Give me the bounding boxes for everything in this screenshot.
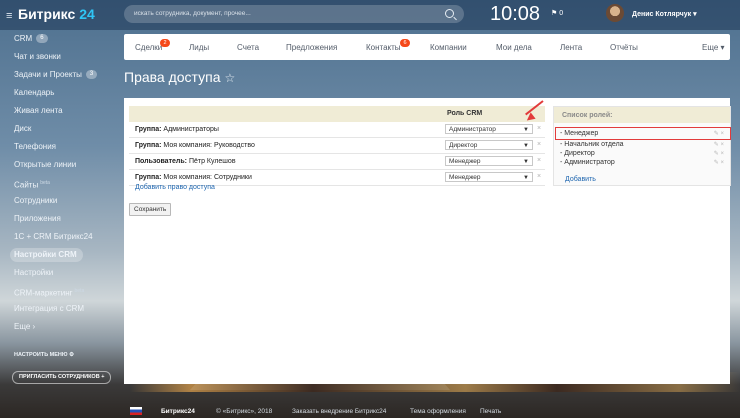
deals-badge: 2 — [160, 39, 170, 47]
footer-copyright: © «Битрикс», 2018 — [216, 408, 273, 415]
tab-reports[interactable]: Отчёты — [610, 43, 638, 52]
roles-list: Список ролей: - Менеджер ✎ × - Начальник… — [553, 106, 731, 186]
sidebar-item-calendar[interactable]: Календарь — [14, 86, 54, 100]
role-select[interactable]: Директор ▼ — [445, 140, 533, 150]
footer-print-link[interactable]: Печать — [480, 408, 501, 415]
tab-deals[interactable]: Сделки 2 — [135, 39, 170, 52]
add-role-link[interactable]: Добавить — [565, 176, 596, 183]
sidebar: CRM 6 Чат и звонки Задачи и Проекты 3 Кале… — [0, 30, 122, 400]
star-icon[interactable]: ☆ — [224, 71, 235, 85]
table-row: Группа: Администраторы Администратор ▼ × — [129, 122, 545, 138]
sidebar-item-tasks[interactable]: Задачи и Проекты 3 — [14, 68, 98, 82]
tab-my-activities[interactable]: Мои дела — [496, 43, 532, 52]
sidebar-item-telephony[interactable]: Телефония — [14, 140, 56, 154]
table-row: Группа: Моя компания: Руководство Директ… — [129, 138, 545, 154]
crm-badge: 6 — [36, 34, 48, 44]
search-input[interactable]: искать сотрудника, документ, прочее... — [134, 10, 251, 17]
configure-menu-button[interactable]: НАСТРОИТЬ МЕНЮ ⚙ — [14, 352, 74, 358]
tab-companies[interactable]: Компании — [430, 43, 467, 52]
role-item-director[interactable]: - Директор — [560, 150, 595, 157]
tab-feed[interactable]: Лента — [560, 43, 582, 52]
sidebar-item-1c[interactable]: 1С + CRM Битрикс24 — [14, 230, 93, 244]
sidebar-item-crm-settings[interactable]: Настройки CRM — [10, 248, 83, 262]
menu-icon[interactable]: ≡ — [6, 10, 12, 22]
sidebar-item-feed[interactable]: Живая лента — [14, 104, 63, 118]
tab-more[interactable]: Еще ▾ — [702, 43, 725, 52]
add-access-link[interactable]: Добавить право доступа — [135, 184, 215, 191]
role-item-admin[interactable]: - Администратор — [560, 159, 615, 166]
edit-delete-icons[interactable]: ✎ × — [714, 150, 724, 157]
sidebar-item-chat[interactable]: Чат и звонки — [14, 50, 61, 64]
edit-delete-icons[interactable]: ✎ × — [714, 159, 724, 166]
sidebar-item-crm-integration[interactable]: Интеграция с CRM — [14, 302, 84, 316]
notification-counter[interactable]: ⚑ 0 — [551, 9, 563, 17]
sidebar-item-apps[interactable]: Приложения — [14, 212, 61, 226]
access-rights-panel: Роль CRM Группа: Администраторы Админист… — [124, 98, 731, 384]
edit-delete-icons[interactable]: ✎ × — [714, 141, 724, 148]
footer: Битрикс24 © «Битрикс», 2018 Заказать вне… — [124, 403, 740, 418]
role-select[interactable]: Менеджер ▼ — [445, 172, 533, 182]
remove-icon[interactable]: × — [537, 157, 541, 164]
tab-quotes[interactable]: Предложения — [286, 43, 337, 52]
tab-contacts[interactable]: Контакты 6 — [366, 39, 410, 52]
page-title: Права доступа ☆ — [124, 69, 236, 85]
contacts-badge: 6 — [400, 39, 410, 47]
save-button[interactable]: Сохранить — [129, 203, 172, 216]
role-item-manager[interactable]: - Менеджер — [560, 130, 598, 137]
invite-button[interactable]: ПРИГЛАСИТЬ СОТРУДНИКОВ + — [12, 371, 112, 384]
tab-invoices[interactable]: Счета — [237, 43, 259, 52]
role-item-head[interactable]: - Начальник отдела — [560, 141, 624, 148]
sidebar-item-employees[interactable]: Сотрудники — [14, 194, 57, 208]
footer-order-link[interactable]: Заказать внедрение Битрикс24 — [292, 408, 386, 415]
remove-icon[interactable]: × — [537, 141, 541, 148]
roles-header: Список ролей: — [554, 107, 730, 123]
footer-theme-link[interactable]: Тема оформления — [410, 408, 466, 415]
sidebar-item-crm-marketing[interactable]: CRM-маркетинг beta — [14, 284, 84, 298]
sidebar-item-crm[interactable]: CRM 6 — [14, 32, 48, 46]
table-row: Пользователь: Пётр Кулешов Менеджер ▼ × — [129, 154, 545, 170]
remove-icon[interactable]: × — [537, 173, 541, 180]
crm-top-menu: Сделки 2 Лиды Счета Предложения Контакты 6… — [124, 34, 730, 60]
table-header: Роль CRM — [129, 106, 545, 122]
sidebar-item-open-lines[interactable]: Открытые линии — [14, 158, 76, 172]
sidebar-item-disk[interactable]: Диск — [14, 122, 31, 136]
sidebar-item-more[interactable]: Еще › — [14, 320, 35, 334]
clock[interactable]: 10:08 — [490, 3, 540, 26]
avatar[interactable] — [606, 4, 624, 22]
search-bar[interactable]: искать сотрудника, документ, прочее... — [124, 5, 464, 23]
role-column-header: Роль CRM — [447, 110, 483, 117]
search-icon[interactable] — [445, 9, 454, 18]
logo[interactable]: Битрикс 24 — [18, 6, 95, 22]
role-select[interactable]: Менеджер ▼ — [445, 156, 533, 166]
user-menu[interactable]: Денис Котлярчук ▾ — [632, 10, 697, 18]
language-flag-icon[interactable] — [130, 407, 142, 415]
tasks-badge: 3 — [85, 70, 98, 80]
remove-icon[interactable]: × — [537, 125, 541, 132]
tab-leads[interactable]: Лиды — [189, 43, 209, 52]
header: ≡ Битрикс 24 искать сотрудника, документ… — [0, 0, 740, 30]
sidebar-item-sites[interactable]: Сайты beta — [14, 176, 50, 190]
edit-delete-icons[interactable]: ✎ × — [714, 130, 724, 137]
permissions-table: Роль CRM Группа: Администраторы Админист… — [129, 106, 545, 186]
sidebar-item-settings[interactable]: Настройки — [14, 266, 53, 280]
footer-brand: Битрикс24 — [161, 408, 195, 415]
role-select[interactable]: Администратор ▼ — [445, 124, 533, 134]
